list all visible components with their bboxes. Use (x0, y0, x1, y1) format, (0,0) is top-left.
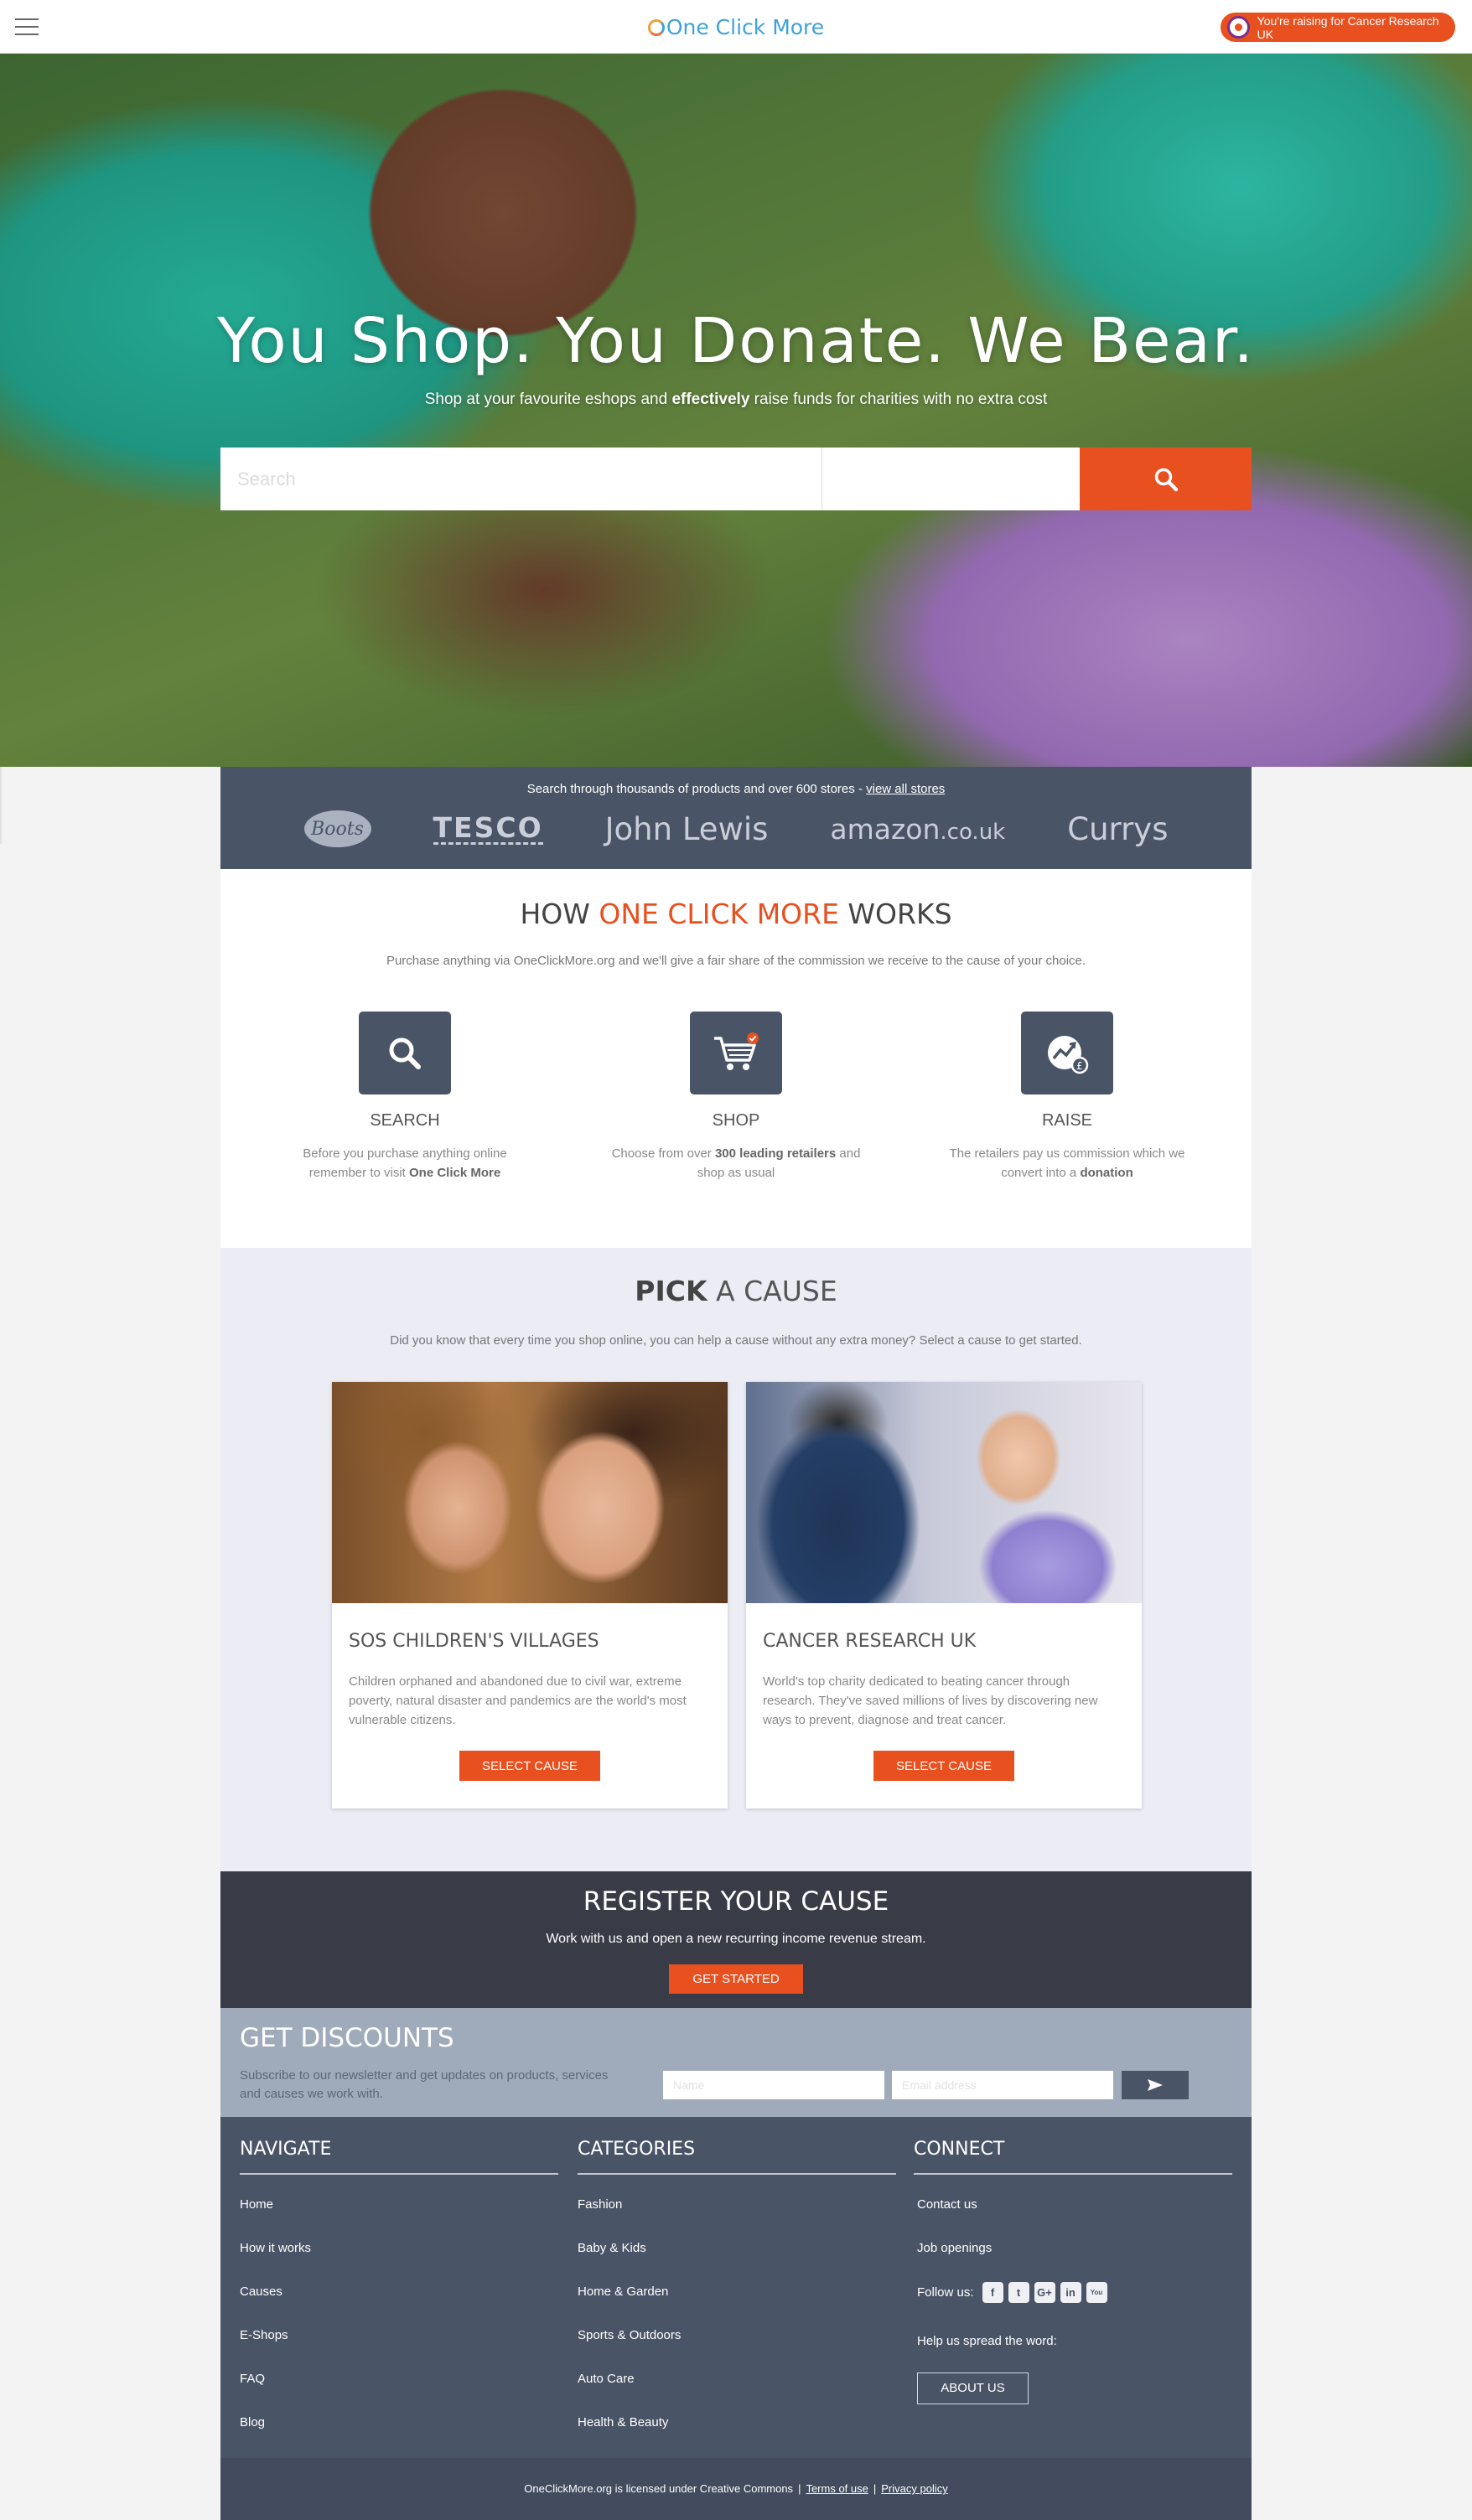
store-logo-boots[interactable]: Boots (303, 810, 371, 847)
footer-link-eshops[interactable]: E-Shops (240, 2314, 558, 2357)
discounts-text: Subscribe to our newsletter and get upda… (240, 2068, 609, 2101)
hero-subtitle: Shop at your favourite eshops and effect… (424, 391, 1048, 408)
google-plus-icon[interactable]: G+ (1034, 2281, 1055, 2303)
select-cause-button[interactable]: SELECT CAUSE (873, 1751, 1014, 1781)
svg-text:£: £ (1076, 1060, 1083, 1072)
follow-us-row: Follow us: f t G+ in You (914, 2270, 1232, 2314)
cart-icon (690, 1012, 782, 1094)
search-button[interactable] (1080, 448, 1252, 510)
top-navbar: One Click More You're raising for Cancer… (0, 0, 1472, 54)
how-intro: Purchase anything via OneClickMore.org a… (386, 954, 1086, 968)
category-link-health-beauty[interactable]: Health & Beauty (578, 2401, 896, 2445)
category-link-baby-kids[interactable]: Baby & Kids (578, 2227, 896, 2270)
cause-card-text: World's top charity dedicated to beating… (763, 1674, 1098, 1727)
register-title: REGISTER YOUR CAUSE (583, 1886, 889, 1917)
license-text: OneClickMore.org is licensed under Creat… (524, 2482, 794, 2495)
raising-for-badge[interactable]: You're raising for Cancer Research UK (1221, 13, 1455, 42)
footer: NAVIGATE Home How it works Causes E-Shop… (220, 2117, 1252, 2458)
how-title: HOW ONE CLICK MORE WORKS (520, 898, 952, 930)
footer-link-faq[interactable]: FAQ (240, 2357, 558, 2401)
search-secondary-input[interactable] (822, 448, 1080, 510)
select-cause-button[interactable]: SELECT CAUSE (459, 1751, 600, 1781)
linkedin-icon[interactable]: in (1060, 2281, 1081, 2303)
pick-cause-section: PICK A CAUSE Did you know that every tim… (220, 1248, 1252, 1871)
step-desc: Before you purchase anything online reme… (303, 1146, 507, 1180)
step-search: SEARCH Before you purchase anything onli… (279, 1012, 531, 1182)
step-title: SHOP (712, 1111, 760, 1130)
hero-banner: You Shop. You Donate. We Bear. Shop at y… (0, 54, 1472, 767)
footer-heading: CONNECT (914, 2139, 1232, 2175)
facebook-icon[interactable]: f (982, 2281, 1003, 2303)
search-bar (220, 448, 1252, 510)
footer-heading: NAVIGATE (240, 2139, 558, 2175)
spread-label: Help us spread the word: (917, 2334, 1057, 2348)
step-desc: Choose from over 300 leading retailers a… (611, 1146, 861, 1180)
step-title: RAISE (1041, 1111, 1093, 1130)
search-step-icon (359, 1012, 451, 1094)
connect-link-jobs[interactable]: Job openings (917, 2227, 1232, 2270)
cause-card-sos: SOS CHILDREN'S VILLAGES Children orphane… (332, 1382, 728, 1809)
step-desc: The retailers pay us commission which we… (949, 1146, 1185, 1180)
store-logo-currys[interactable]: Currys (1067, 811, 1168, 847)
category-link-auto-care[interactable]: Auto Care (578, 2357, 896, 2401)
cause-card-text: Children orphaned and abandoned due to c… (349, 1674, 687, 1727)
register-text: Work with us and open a new recurring in… (546, 1932, 926, 1946)
footer-link-home[interactable]: Home (240, 2183, 558, 2227)
privacy-link[interactable]: Privacy policy (881, 2482, 947, 2495)
category-link-fashion[interactable]: Fashion (578, 2183, 896, 2227)
send-icon (1148, 2079, 1163, 2091)
stores-strip: Search through thousands of products and… (220, 767, 1252, 869)
category-link-sports-outdoors[interactable]: Sports & Outdoors (578, 2314, 896, 2357)
cause-intro: Did you know that every time you shop on… (390, 1333, 1082, 1348)
view-all-stores-link[interactable]: view all stores (866, 782, 945, 796)
footer-heading: CATEGORIES (578, 2139, 896, 2175)
footer-navigate: NAVIGATE Home How it works Causes E-Shop… (240, 2139, 558, 2445)
step-title: SEARCH (370, 1111, 440, 1130)
store-logo-amazon[interactable]: amazon.co.uk (830, 813, 1005, 846)
step-shop: SHOP Choose from over 300 leading retail… (610, 1012, 862, 1182)
step-raise: £ RAISE The retailers pay us commission … (941, 1012, 1193, 1182)
footer-link-causes[interactable]: Causes (240, 2270, 558, 2314)
footer-link-blog[interactable]: Blog (240, 2401, 558, 2445)
cause-image-sos (332, 1382, 728, 1603)
get-started-button[interactable]: GET STARTED (669, 1964, 803, 1994)
raising-label: You're raising for Cancer Research UK (1257, 13, 1439, 41)
subscribe-button[interactable] (1122, 2071, 1189, 2099)
store-logo-tesco[interactable]: TESCO (433, 813, 543, 845)
name-field[interactable] (663, 2071, 884, 2099)
logo-ring-icon (647, 19, 665, 36)
about-us-button[interactable]: ABOUT US (917, 2373, 1029, 2404)
cause-card-cancer-research: CANCER RESEARCH UK World's top charity d… (746, 1382, 1142, 1809)
stores-text: Search through thousands of products and… (526, 782, 946, 796)
terms-link[interactable]: Terms of use (806, 2482, 868, 2495)
footer-connect: CONNECT Contact us Job openings Follow u… (914, 2139, 1232, 2404)
newsletter-section: GET DISCOUNTS Subscribe to our newslette… (220, 2008, 1252, 2117)
footer-link-how-it-works[interactable]: How it works (240, 2227, 558, 2270)
cause-card-title: CANCER RESEARCH UK (763, 1631, 977, 1652)
connect-link-contact[interactable]: Contact us (917, 2183, 1232, 2227)
twitter-icon[interactable]: t (1008, 2281, 1029, 2303)
discounts-title: GET DISCOUNTS (240, 2023, 454, 2053)
edge-divider (0, 767, 2, 844)
store-logos: Boots TESCO John Lewis amazon.co.uk Curr… (220, 810, 1252, 847)
cause-title: PICK A CAUSE (635, 1275, 837, 1307)
footer-categories: CATEGORIES Fashion Baby & Kids Home & Ga… (578, 2139, 896, 2445)
youtube-icon[interactable]: You (1086, 2281, 1107, 2303)
social-icons: f t G+ in You (982, 2281, 1107, 2303)
cause-card-title: SOS CHILDREN'S VILLAGES (349, 1631, 599, 1652)
charity-badge-icon (1227, 16, 1250, 39)
store-logo-john-lewis[interactable]: John Lewis (605, 811, 769, 847)
email-field[interactable] (892, 2071, 1113, 2099)
footer-bottom-bar: OneClickMore.org is licensed under Creat… (220, 2458, 1252, 2520)
register-cause-section: REGISTER YOUR CAUSE Work with us and ope… (220, 1871, 1252, 2008)
search-icon (1154, 468, 1178, 491)
raise-chart-icon: £ (1021, 1012, 1113, 1094)
hero-title: You Shop. You Donate. We Bear. (216, 305, 1256, 377)
cause-image-cancer-research (746, 1382, 1142, 1603)
search-input[interactable] (220, 448, 822, 510)
category-link-home-garden[interactable]: Home & Garden (578, 2270, 896, 2314)
how-it-works-section: HOW ONE CLICK MORE WORKS Purchase anythi… (220, 869, 1252, 1248)
